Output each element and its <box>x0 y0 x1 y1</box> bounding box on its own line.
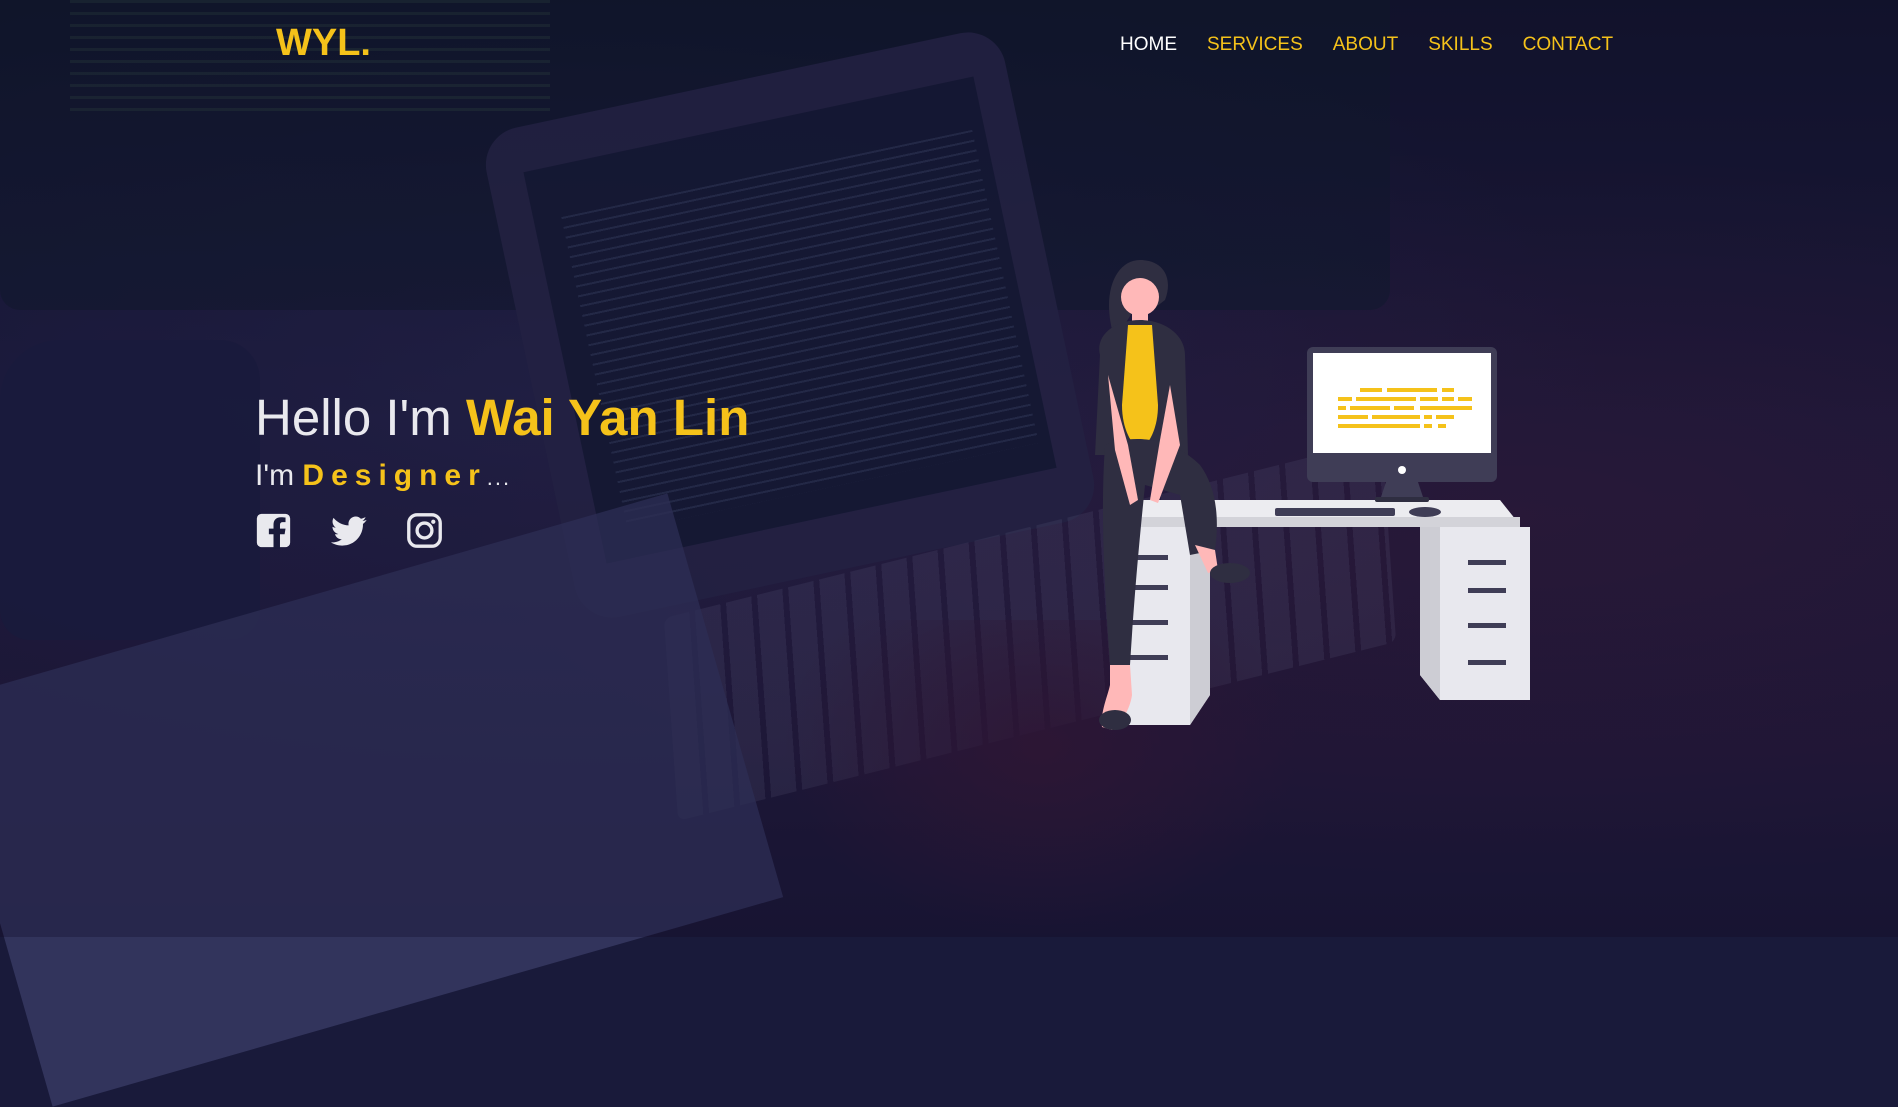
instagram-icon <box>407 513 442 548</box>
nav-link-about[interactable]: ABOUT <box>1333 34 1398 56</box>
main-nav: HOME SERVICES ABOUT SKILLS CONTACT <box>1120 34 1643 56</box>
nav-link-contact[interactable]: CONTACT <box>1523 34 1613 56</box>
hero-greeting: Hello I'm <box>255 389 452 446</box>
nav-link-home[interactable]: HOME <box>1120 34 1177 56</box>
hero-heading: Hello I'm Wai Yan Lin <box>255 388 749 447</box>
hero-name: Wai Yan Lin <box>465 389 750 446</box>
nav-link-skills[interactable]: SKILLS <box>1428 34 1492 56</box>
instagram-link[interactable] <box>406 512 443 549</box>
social-links <box>255 512 443 549</box>
site-logo[interactable]: WYL. <box>276 22 371 65</box>
twitter-link[interactable] <box>328 512 370 549</box>
facebook-icon <box>256 513 291 549</box>
facebook-link[interactable] <box>255 512 292 549</box>
hero-role: I'm Designer... <box>255 459 749 493</box>
hero-role-prefix: I'm <box>255 459 295 492</box>
hero-role-ellipsis: ... <box>486 465 512 490</box>
mouse <box>1409 507 1441 517</box>
keyboard <box>1275 508 1395 516</box>
hero-intro: Hello I'm Wai Yan Lin I'm Designer... <box>255 388 749 493</box>
developer-at-desk-illustration <box>1095 260 1530 730</box>
nav-link-services[interactable]: SERVICES <box>1207 34 1303 56</box>
twitter-icon <box>330 516 367 546</box>
hero-role-typed-word: Designer <box>302 459 487 492</box>
